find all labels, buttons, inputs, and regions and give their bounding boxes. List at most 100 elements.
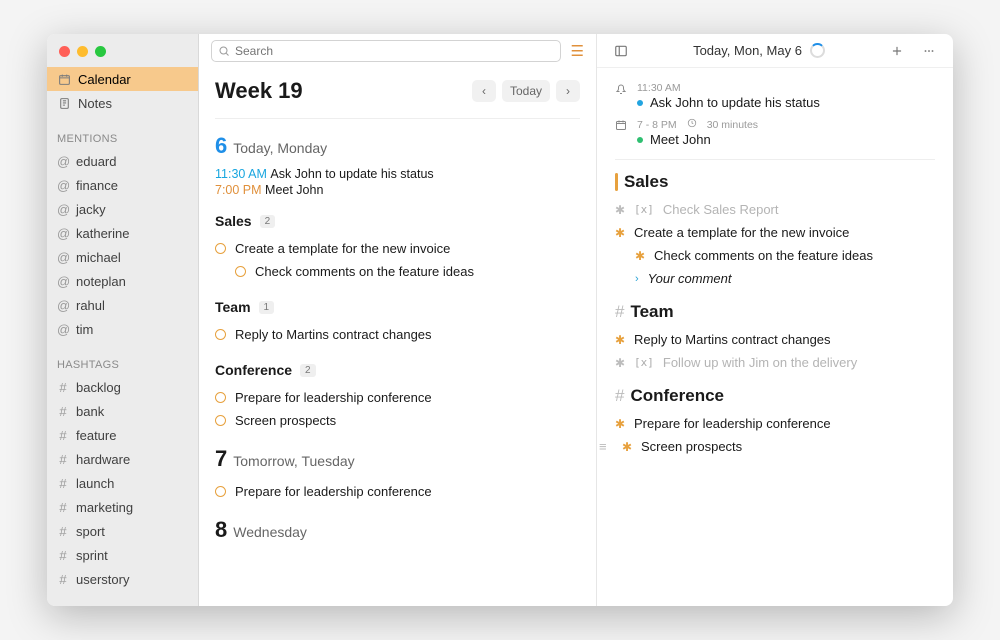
timed-event[interactable]: 7:00 PM Meet John (215, 183, 580, 197)
task-checkbox-icon[interactable] (215, 392, 226, 403)
comment-item[interactable]: › Your comment (615, 267, 935, 290)
add-button[interactable] (885, 40, 909, 62)
hashtag-feature[interactable]: # feature (47, 423, 198, 447)
task-checkbox-icon[interactable] (235, 266, 246, 277)
task-item[interactable]: ≡ ✱ Screen prospects (615, 435, 935, 458)
bell-icon (615, 82, 629, 98)
mention-eduard[interactable]: @ eduard (47, 149, 198, 173)
notes-icon (57, 97, 71, 110)
task-item[interactable]: ✱ Create a template for the new invoice (615, 221, 935, 244)
event-label: Ask John to update his status (270, 167, 433, 181)
detail-section-header: Sales (615, 172, 935, 192)
task-item[interactable]: ✱ Reply to Martins contract changes (615, 328, 935, 351)
sidebar-item-calendar[interactable]: Calendar (47, 67, 198, 91)
sidebar: Calendar Notes MENTIONS @ eduard @ finan… (47, 34, 199, 606)
search-input[interactable] (235, 44, 554, 58)
detail-section-header: # Conference (615, 386, 935, 406)
task-text: Prepare for leadership conference (235, 390, 432, 405)
day-name: Wednesday (233, 524, 307, 540)
sidebar-item-label: sport (76, 524, 105, 539)
task-text: Screen prospects (235, 413, 336, 428)
week-title: Week 19 (215, 78, 303, 104)
comment-text: Your comment (648, 271, 732, 286)
task-checkbox-icon[interactable] (215, 243, 226, 254)
hashtag-backlog[interactable]: # backlog (47, 375, 198, 399)
task-item[interactable]: ✱ Prepare for leadership conference (615, 412, 935, 435)
task-text: Check comments on the feature ideas (654, 248, 873, 263)
hashtag-sport[interactable]: # sport (47, 519, 198, 543)
mention-noteplan[interactable]: @ noteplan (47, 269, 198, 293)
today-button[interactable]: Today (502, 80, 550, 102)
section-header: Conference 2 (215, 362, 580, 378)
task-item[interactable]: Check comments on the feature ideas (215, 260, 580, 283)
hash-icon: # (57, 572, 69, 587)
task-item-done[interactable]: ✱ [x] Check Sales Report (615, 198, 935, 221)
task-item-done[interactable]: ✱ [x] Follow up with Jim on the delivery (615, 351, 935, 374)
detail-pane: Today, Mon, May 6 11:30 AM Ask John to u… (597, 34, 953, 606)
mention-michael[interactable]: @ michael (47, 245, 198, 269)
checkbox-icon: [x] (634, 356, 654, 369)
task-checkbox-icon[interactable] (215, 486, 226, 497)
hashtag-bank[interactable]: # bank (47, 399, 198, 423)
at-icon: @ (57, 298, 69, 313)
event-row[interactable]: 11:30 AM Ask John to update his status (615, 78, 935, 114)
section-title: Conference (215, 362, 292, 378)
at-icon: @ (57, 202, 69, 217)
zoom-window[interactable] (95, 46, 106, 57)
task-item[interactable]: Prepare for leadership conference (215, 480, 580, 503)
day-block: 7 Tomorrow, Tuesday Prepare for leadersh… (215, 432, 580, 503)
mention-tim[interactable]: @ tim (47, 317, 198, 341)
star-icon: ✱ (615, 356, 625, 370)
detail-date: Today, Mon, May 6 (693, 43, 802, 58)
prev-week-button[interactable]: ‹ (472, 80, 496, 102)
section-header: Team 1 (215, 299, 580, 315)
hashtag-userstory[interactable]: # userstory (47, 567, 198, 591)
mention-katherine[interactable]: @ katherine (47, 221, 198, 245)
event-title: Ask John to update his status (650, 95, 820, 110)
mention-jacky[interactable]: @ jacky (47, 197, 198, 221)
task-checkbox-icon[interactable] (215, 415, 226, 426)
search-field[interactable] (211, 40, 561, 62)
day-number: 8 (215, 517, 227, 543)
next-week-button[interactable]: › (556, 80, 580, 102)
star-icon: ✱ (635, 249, 645, 263)
sidebar-item-label: finance (76, 178, 118, 193)
day-name: Tomorrow, Tuesday (233, 453, 354, 469)
list-view-icon[interactable]: ☰ (571, 42, 584, 60)
event-row[interactable]: 7 - 8 PM30 minutes Meet John (615, 114, 935, 151)
close-window[interactable] (59, 46, 70, 57)
hashtag-hardware[interactable]: # hardware (47, 447, 198, 471)
event-time: 7 - 8 PM (637, 119, 677, 131)
task-item[interactable]: Reply to Martins contract changes (215, 323, 580, 346)
detail-section-header: # Team (615, 302, 935, 322)
hashtag-marketing[interactable]: # marketing (47, 495, 198, 519)
clock-icon (687, 118, 697, 131)
section-title: Sales (215, 213, 252, 229)
task-text: Prepare for leadership conference (235, 484, 432, 499)
task-text: Create a template for the new invoice (235, 241, 450, 256)
task-item[interactable]: Prepare for leadership conference (215, 386, 580, 409)
calendar-icon (615, 118, 629, 134)
subtask-item[interactable]: ✱ Check comments on the feature ideas (615, 244, 935, 267)
mention-rahul[interactable]: @ rahul (47, 293, 198, 317)
task-text: Reply to Martins contract changes (235, 327, 432, 342)
minimize-window[interactable] (77, 46, 88, 57)
sidebar-item-label: rahul (76, 298, 105, 313)
timed-event[interactable]: 11:30 AM Ask John to update his status (215, 167, 580, 181)
task-checkbox-icon[interactable] (215, 329, 226, 340)
section-title: Sales (624, 172, 668, 192)
task-item[interactable]: Create a template for the new invoice (215, 237, 580, 260)
hashtag-sprint[interactable]: # sprint (47, 543, 198, 567)
hashtag-launch[interactable]: # launch (47, 471, 198, 495)
sidebar-item-label: bank (76, 404, 104, 419)
sidebar-item-label: eduard (76, 154, 116, 169)
task-item[interactable]: Screen prospects (215, 409, 580, 432)
drag-handle-icon[interactable]: ≡ (599, 439, 613, 454)
day-number: 7 (215, 446, 227, 472)
sidebar-item-notes[interactable]: Notes (47, 91, 198, 115)
mention-finance[interactable]: @ finance (47, 173, 198, 197)
section-title: Conference (630, 386, 724, 406)
task-text: Check Sales Report (663, 202, 779, 217)
split-view-icon[interactable] (609, 40, 633, 62)
more-button[interactable] (917, 40, 941, 62)
